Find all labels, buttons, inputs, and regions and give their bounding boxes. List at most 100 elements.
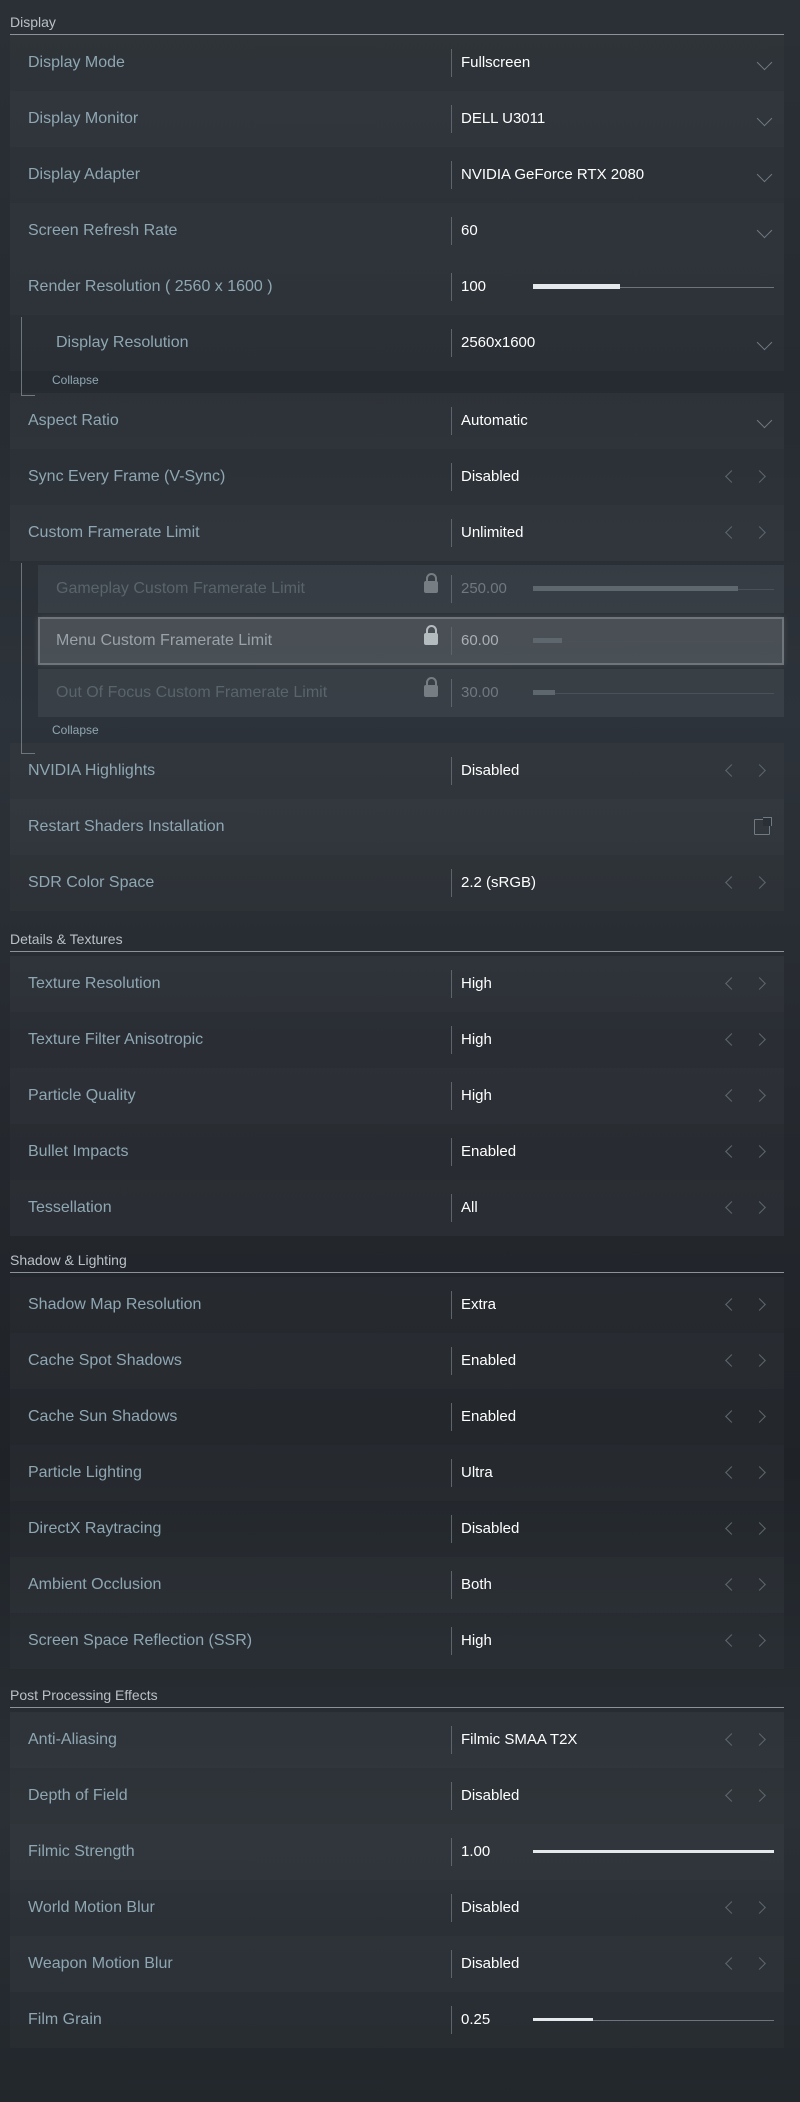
setting-tessellation[interactable]: Tessellation All [10, 1180, 784, 1236]
section-title: Display [10, 14, 56, 30]
divider [451, 575, 452, 603]
chevron-left-icon[interactable] [725, 1578, 738, 1591]
collapse-link[interactable]: Collapse [10, 721, 800, 743]
chevron-left-icon[interactable] [725, 1733, 738, 1746]
chevron-right-icon[interactable] [753, 977, 766, 990]
setting-label: Display Monitor [28, 110, 139, 127]
setting-display-adapter[interactable]: Display Adapter NVIDIA GeForce RTX 2080 [10, 147, 784, 203]
chevron-left-icon[interactable] [725, 1354, 738, 1367]
chevron-right-icon[interactable] [753, 1201, 766, 1214]
collapse-label[interactable]: Collapse [52, 373, 99, 387]
chevron-down-icon[interactable] [756, 110, 773, 127]
setting-value: 2560x1600 [461, 334, 536, 351]
chevron-left-icon[interactable] [725, 1145, 738, 1158]
setting-ambient-occlusion[interactable]: Ambient Occlusion Both [10, 1557, 784, 1613]
chevron-left-icon[interactable] [725, 876, 738, 889]
setting-label: NVIDIA Highlights [28, 762, 156, 779]
chevron-right-icon[interactable] [753, 1578, 766, 1591]
setting-value: Fullscreen [461, 54, 531, 71]
collapse-link[interactable]: Collapse [10, 371, 800, 393]
setting-label: Render Resolution ( 2560 x 1600 ) [28, 278, 273, 295]
setting-depth-of-field[interactable]: Depth of Field Disabled [10, 1768, 784, 1824]
chevron-right-icon[interactable] [753, 1789, 766, 1802]
chevron-left-icon[interactable] [725, 1298, 738, 1311]
menu-framerate-slider[interactable] [533, 638, 774, 643]
chevron-left-icon[interactable] [725, 1201, 738, 1214]
film-grain-slider[interactable] [533, 2018, 774, 2021]
chevron-right-icon[interactable] [753, 1634, 766, 1647]
chevron-left-icon[interactable] [725, 1522, 738, 1535]
filmic-strength-slider[interactable] [533, 1850, 774, 1853]
external-link-icon[interactable] [754, 817, 772, 835]
slider-fill [533, 2018, 594, 2021]
chevron-right-icon[interactable] [753, 1145, 766, 1158]
setting-bullet-impacts[interactable]: Bullet Impacts Enabled [10, 1124, 784, 1180]
setting-restart-shaders[interactable]: Restart Shaders Installation [10, 799, 784, 855]
chevron-right-icon[interactable] [753, 526, 766, 539]
setting-value: High [461, 1087, 492, 1104]
render-resolution-slider[interactable] [533, 284, 774, 289]
chevron-right-icon[interactable] [753, 1901, 766, 1914]
chevron-left-icon[interactable] [725, 977, 738, 990]
setting-world-motion-blur[interactable]: World Motion Blur Disabled [10, 1880, 784, 1936]
setting-anti-aliasing[interactable]: Anti-Aliasing Filmic SMAA T2X [10, 1712, 784, 1768]
setting-screen-refresh-rate[interactable]: Screen Refresh Rate 60 [10, 203, 784, 259]
setting-cache-sun-shadows[interactable]: Cache Sun Shadows Enabled [10, 1389, 784, 1445]
chevron-left-icon[interactable] [725, 526, 738, 539]
setting-display-mode[interactable]: Display Mode Fullscreen [10, 35, 784, 91]
chevron-right-icon[interactable] [753, 1733, 766, 1746]
setting-particle-lighting[interactable]: Particle Lighting Ultra [10, 1445, 784, 1501]
setting-vsync[interactable]: Sync Every Frame (V-Sync) Disabled [10, 449, 784, 505]
chevron-left-icon[interactable] [725, 470, 738, 483]
chevron-right-icon[interactable] [753, 1354, 766, 1367]
setting-value: Disabled [461, 1899, 520, 1916]
setting-weapon-motion-blur[interactable]: Weapon Motion Blur Disabled [10, 1936, 784, 1992]
chevron-left-icon[interactable] [725, 1634, 738, 1647]
setting-display-monitor[interactable]: Display Monitor DELL U3011 [10, 91, 784, 147]
chevron-right-icon[interactable] [753, 470, 766, 483]
chevron-right-icon[interactable] [753, 1410, 766, 1423]
setting-filmic-strength[interactable]: Filmic Strength 1.00 [10, 1824, 784, 1880]
setting-custom-framerate-limit[interactable]: Custom Framerate Limit Unlimited [10, 505, 784, 561]
setting-render-resolution[interactable]: Render Resolution ( 2560 x 1600 ) 100 [10, 259, 784, 315]
setting-cache-spot-shadows[interactable]: Cache Spot Shadows Enabled [10, 1333, 784, 1389]
chevron-down-icon[interactable] [756, 222, 773, 239]
chevron-left-icon[interactable] [725, 764, 738, 777]
setting-particle-quality[interactable]: Particle Quality High [10, 1068, 784, 1124]
chevron-left-icon[interactable] [725, 1901, 738, 1914]
setting-texture-filter-anisotropic[interactable]: Texture Filter Anisotropic High [10, 1012, 784, 1068]
chevron-right-icon[interactable] [753, 876, 766, 889]
chevron-down-icon[interactable] [756, 54, 773, 71]
chevron-down-icon[interactable] [756, 412, 773, 429]
setting-directx-raytracing[interactable]: DirectX Raytracing Disabled [10, 1501, 784, 1557]
setting-film-grain[interactable]: Film Grain 0.25 [10, 1992, 784, 2048]
chevron-right-icon[interactable] [753, 1033, 766, 1046]
chevron-right-icon[interactable] [753, 1089, 766, 1102]
chevron-down-icon[interactable] [756, 334, 773, 351]
chevron-right-icon[interactable] [753, 1522, 766, 1535]
divider [451, 1627, 452, 1655]
setting-gameplay-framerate-limit: Gameplay Custom Framerate Limit 250.00 [38, 565, 784, 613]
chevron-right-icon[interactable] [753, 764, 766, 777]
chevron-right-icon[interactable] [753, 1298, 766, 1311]
chevron-down-icon[interactable] [756, 166, 773, 183]
setting-texture-resolution[interactable]: Texture Resolution High [10, 956, 784, 1012]
setting-nvidia-highlights[interactable]: NVIDIA Highlights Disabled [10, 743, 784, 799]
chevron-left-icon[interactable] [725, 1033, 738, 1046]
chevron-left-icon[interactable] [725, 1789, 738, 1802]
setting-menu-framerate-limit[interactable]: Menu Custom Framerate Limit 60.00 [38, 617, 784, 665]
chevron-left-icon[interactable] [725, 1089, 738, 1102]
setting-shadow-map-resolution[interactable]: Shadow Map Resolution Extra [10, 1277, 784, 1333]
chevron-left-icon[interactable] [725, 1410, 738, 1423]
setting-aspect-ratio[interactable]: Aspect Ratio Automatic [10, 393, 784, 449]
chevron-left-icon[interactable] [725, 1957, 738, 1970]
chevron-left-icon[interactable] [725, 1466, 738, 1479]
setting-sdr-color-space[interactable]: SDR Color Space 2.2 (sRGB) [10, 855, 784, 911]
setting-ssr[interactable]: Screen Space Reflection (SSR) High [10, 1613, 784, 1669]
setting-display-resolution[interactable]: Display Resolution 2560x1600 [10, 315, 784, 371]
collapse-label[interactable]: Collapse [52, 723, 99, 737]
chevron-right-icon[interactable] [753, 1466, 766, 1479]
chevron-right-icon[interactable] [753, 1957, 766, 1970]
setting-value: High [461, 1031, 492, 1048]
setting-value: 100 [461, 278, 487, 295]
